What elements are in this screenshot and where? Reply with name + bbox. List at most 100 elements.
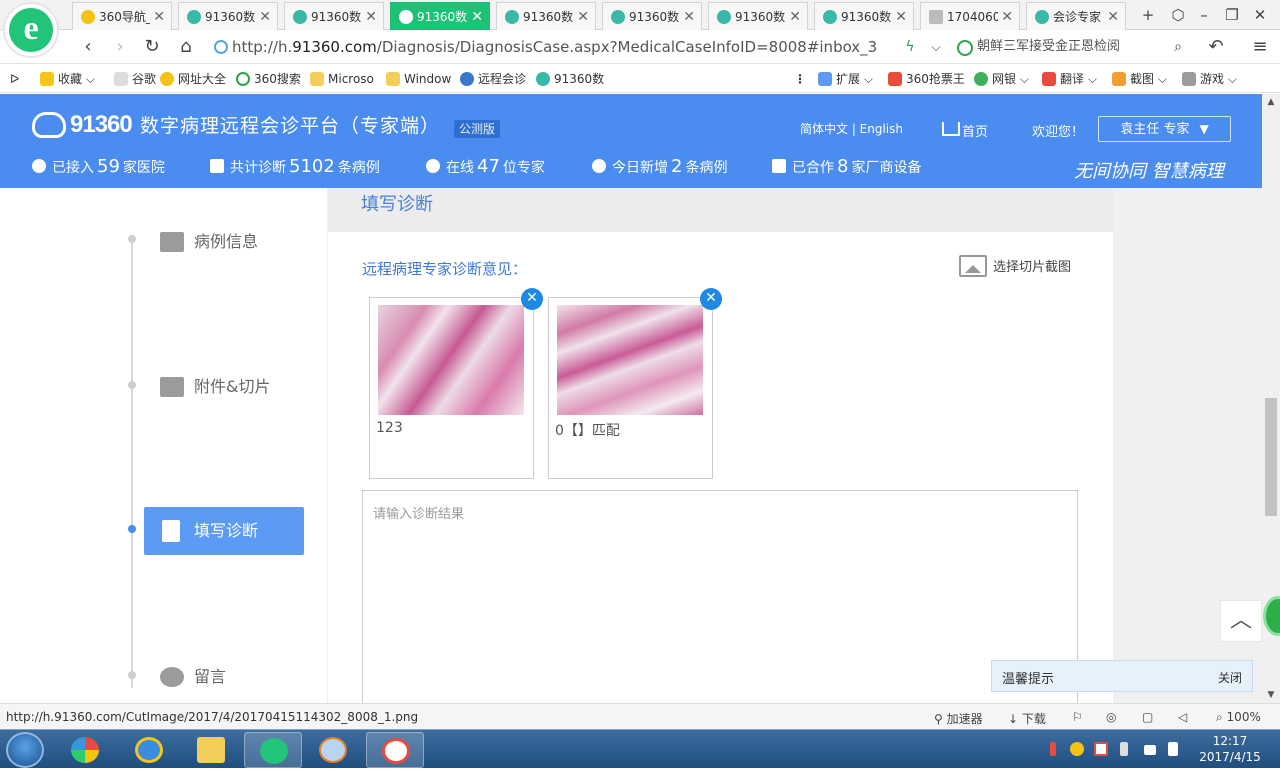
language-switch[interactable]: 简体中文 | English bbox=[800, 120, 903, 137]
nav-item-case-info[interactable]: 病例信息 bbox=[160, 230, 258, 254]
tray-red-icon[interactable] bbox=[1050, 742, 1056, 756]
close-icon[interactable]: ✕ bbox=[789, 9, 801, 25]
bookmark-item[interactable]: 远程会诊 bbox=[460, 70, 526, 88]
browser-tab[interactable]: 91360数 ✕ bbox=[178, 2, 278, 30]
bookmark-extension[interactable]: 360抢票王 bbox=[888, 70, 965, 88]
bookmark-favorites[interactable]: 收藏 ⌵ bbox=[40, 70, 95, 88]
browser-tab[interactable]: 1704060 ✕ bbox=[920, 2, 1020, 30]
browser-tab-active[interactable]: 91360数 ✕ bbox=[390, 2, 490, 30]
taskbar-app[interactable] bbox=[366, 732, 424, 768]
more-icon[interactable]: ⋮ bbox=[794, 70, 806, 88]
bookmark-extension[interactable]: 网银 ⌵ bbox=[974, 70, 1029, 88]
bookmark-extension[interactable]: 游戏 ⌵ bbox=[1182, 70, 1237, 88]
home-icon[interactable]: ⌂ bbox=[174, 35, 198, 59]
close-icon[interactable]: ✕ bbox=[895, 9, 907, 25]
notice-close-button[interactable]: 关闭 bbox=[1218, 669, 1242, 686]
diagnosis-input[interactable] bbox=[362, 490, 1078, 715]
back-to-top-button[interactable]: ︿ bbox=[1220, 600, 1262, 642]
remove-icon[interactable]: ✕ bbox=[521, 288, 543, 310]
search-icon[interactable]: ⌕ bbox=[1166, 35, 1190, 59]
taskbar-app[interactable] bbox=[120, 732, 178, 768]
skin-icon[interactable]: ⬡ bbox=[1166, 4, 1190, 26]
close-icon[interactable]: ✕ bbox=[471, 9, 483, 25]
bookmark-extension[interactable]: 扩展 ⌵ bbox=[818, 70, 873, 88]
close-icon[interactable]: ✕ bbox=[1001, 9, 1013, 25]
taskbar-app-active[interactable] bbox=[244, 732, 302, 768]
remove-icon[interactable]: ✕ bbox=[700, 288, 722, 310]
download-button[interactable]: ↓ 下载 bbox=[1008, 710, 1046, 727]
restore-icon[interactable]: ❐ bbox=[1220, 4, 1244, 26]
flag-icon[interactable]: ⚐ bbox=[1072, 710, 1083, 724]
slide-image[interactable] bbox=[378, 305, 524, 415]
close-icon[interactable]: ✕ bbox=[1107, 9, 1119, 25]
news-search-box[interactable]: 朝鲜三军接受金正恩检阅 bbox=[955, 35, 1155, 59]
slide-screenshot-card[interactable]: 123 ✕ bbox=[369, 288, 543, 479]
user-dropdown[interactable]: 袁主任 专家 ▼ bbox=[1098, 116, 1231, 142]
volume-tray-icon[interactable] bbox=[1168, 742, 1178, 756]
browser-tab[interactable]: 360导航_ ✕ bbox=[72, 2, 172, 30]
forward-icon[interactable]: › bbox=[108, 35, 132, 59]
dropdown-icon[interactable]: ⌵ bbox=[924, 35, 948, 59]
browser-tab[interactable]: 91360数 ✕ bbox=[708, 2, 808, 30]
close-window-icon[interactable]: ✕ bbox=[1248, 4, 1272, 26]
lightning-icon[interactable]: ϟ bbox=[898, 35, 922, 59]
back-icon[interactable]: ‹ bbox=[76, 35, 100, 59]
browser-logo[interactable]: e bbox=[3, 2, 59, 58]
site-logo[interactable]: 91360 bbox=[32, 108, 133, 142]
system-clock[interactable]: 12:17 2017/4/15 bbox=[1190, 733, 1270, 765]
bookmark-item[interactable]: 网址大全 bbox=[160, 70, 226, 88]
reload-icon[interactable]: ↻ bbox=[140, 35, 164, 59]
scroll-thumb[interactable] bbox=[1265, 398, 1277, 516]
minimize-icon[interactable]: – bbox=[1192, 4, 1216, 26]
ie-mode-icon[interactable]: ◎ bbox=[1106, 710, 1116, 724]
tray-360-icon[interactable] bbox=[1070, 742, 1084, 756]
select-slide-screenshot-button[interactable]: 选择切片截图 bbox=[959, 255, 1071, 277]
close-icon[interactable]: ✕ bbox=[153, 9, 165, 25]
bookmark-extension[interactable]: 截图 ⌵ bbox=[1112, 70, 1167, 88]
nav-item-attachments[interactable]: 附件&切片 bbox=[160, 375, 270, 399]
slide-image[interactable] bbox=[557, 305, 703, 415]
bookmark-item[interactable]: Window bbox=[386, 70, 451, 88]
tray-blocked-icon[interactable] bbox=[1094, 742, 1108, 756]
close-icon[interactable]: ✕ bbox=[577, 9, 589, 25]
bookmark-item[interactable]: 360搜索 bbox=[236, 70, 301, 88]
bookmarks-bar: ᐅ 收藏 ⌵ 谷歌 网址大全 360搜索 Microso Window 远程会诊… bbox=[0, 64, 1280, 93]
browser-tab[interactable]: 91360数 ✕ bbox=[602, 2, 702, 30]
network-icon[interactable] bbox=[1144, 745, 1156, 755]
browser-tab[interactable]: 会诊专家 ✕ bbox=[1026, 2, 1126, 30]
scroll-up-icon[interactable]: ▲ bbox=[1262, 94, 1280, 110]
taskbar-app[interactable] bbox=[56, 732, 114, 768]
browser-tab[interactable]: 91360数 ✕ bbox=[284, 2, 384, 30]
slide-screenshot-card[interactable]: 0【】匹配 ✕ bbox=[548, 288, 722, 479]
slide-caption: 123 bbox=[376, 420, 403, 436]
accelerator-button[interactable]: ⚲ 加速器 bbox=[934, 710, 983, 727]
document-icon bbox=[210, 159, 224, 173]
bookmark-extension[interactable]: 翻译 ⌵ bbox=[1042, 70, 1097, 88]
taskbar-app[interactable] bbox=[182, 732, 240, 768]
bookmark-item[interactable]: 91360数 bbox=[536, 70, 604, 88]
bookmark-item[interactable]: Microso bbox=[310, 70, 374, 88]
scroll-down-icon[interactable]: ▼ bbox=[1262, 687, 1280, 703]
bookmark-item[interactable]: 谷歌 bbox=[114, 70, 156, 88]
close-icon[interactable]: ✕ bbox=[683, 9, 695, 25]
battery-icon[interactable] bbox=[1120, 742, 1128, 756]
menu-icon[interactable]: ≡ bbox=[1248, 35, 1272, 59]
address-bar[interactable]: http://h.91360.com/Diagnosis/DiagnosisCa… bbox=[210, 35, 890, 59]
nav-item-messages[interactable]: 留言 bbox=[160, 665, 226, 689]
nav-item-write-diagnosis[interactable]: 填写诊断 bbox=[144, 507, 304, 555]
home-link[interactable]: 首页 bbox=[942, 121, 988, 140]
zoom-control[interactable]: ⌕ 100% bbox=[1216, 710, 1261, 725]
volume-icon[interactable]: ◁ bbox=[1178, 710, 1187, 724]
sidebar-toggle-icon[interactable]: ᐅ bbox=[10, 70, 19, 88]
window-icon[interactable]: ▢ bbox=[1142, 710, 1153, 724]
browser-tab[interactable]: 91360数 ✕ bbox=[496, 2, 596, 30]
close-icon[interactable]: ✕ bbox=[365, 9, 377, 25]
new-tab-icon[interactable]: + bbox=[1136, 4, 1160, 26]
start-button[interactable] bbox=[6, 732, 44, 768]
browser-tab[interactable]: 91360数 ✕ bbox=[814, 2, 914, 30]
undo-icon[interactable]: ↶ bbox=[1204, 35, 1228, 59]
translate-icon bbox=[1042, 72, 1056, 86]
close-icon[interactable]: ✕ bbox=[259, 9, 271, 25]
taskbar-app[interactable] bbox=[304, 732, 362, 768]
timeline-dot bbox=[128, 235, 136, 243]
